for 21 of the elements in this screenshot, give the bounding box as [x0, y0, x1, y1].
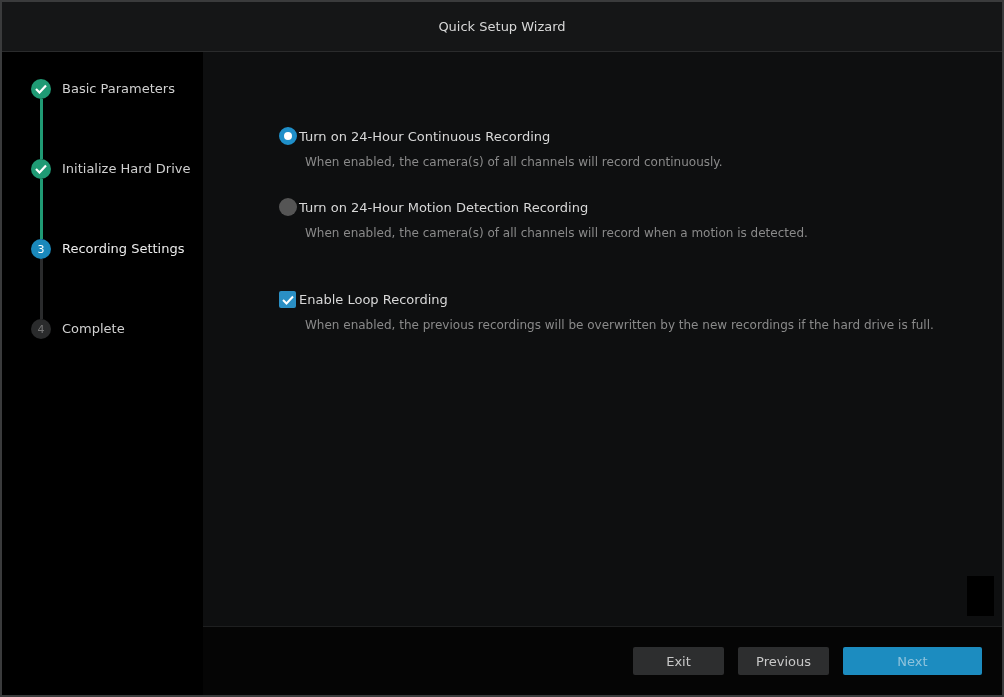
- radio-button[interactable]: [279, 198, 297, 216]
- option-description: When enabled, the camera(s) of all channels will record continuously.: [305, 155, 723, 169]
- step-number: 3: [31, 239, 51, 259]
- step-label: Complete: [62, 320, 125, 338]
- option-label: Turn on 24-Hour Motion Detection Recording: [299, 199, 589, 215]
- wizard-button[interactable]: Previous: [738, 647, 829, 675]
- wizard-button[interactable]: Exit: [633, 647, 724, 675]
- step-label: Basic Parameters: [62, 80, 175, 98]
- checkbox[interactable]: [279, 291, 296, 308]
- option-description: When enabled, the camera(s) of all channels will record when a motion is detected.: [305, 226, 808, 240]
- window-title: Quick Setup Wizard: [438, 19, 566, 34]
- step-label: Recording Settings: [62, 240, 185, 258]
- step-number: 4: [31, 319, 51, 339]
- option-label: Turn on 24-Hour Continuous Recording: [299, 128, 551, 144]
- option-label: Enable Loop Recording: [299, 292, 448, 307]
- step-connector: [39, 179, 43, 239]
- step-label: Initialize Hard Drive: [62, 160, 191, 178]
- radio-button[interactable]: [279, 127, 297, 145]
- step-connector: [39, 99, 43, 159]
- option-description: When enabled, the previous recordings will be overwritten by the new recordings if the hard drive is full.: [305, 318, 934, 332]
- step-connector: [39, 259, 43, 319]
